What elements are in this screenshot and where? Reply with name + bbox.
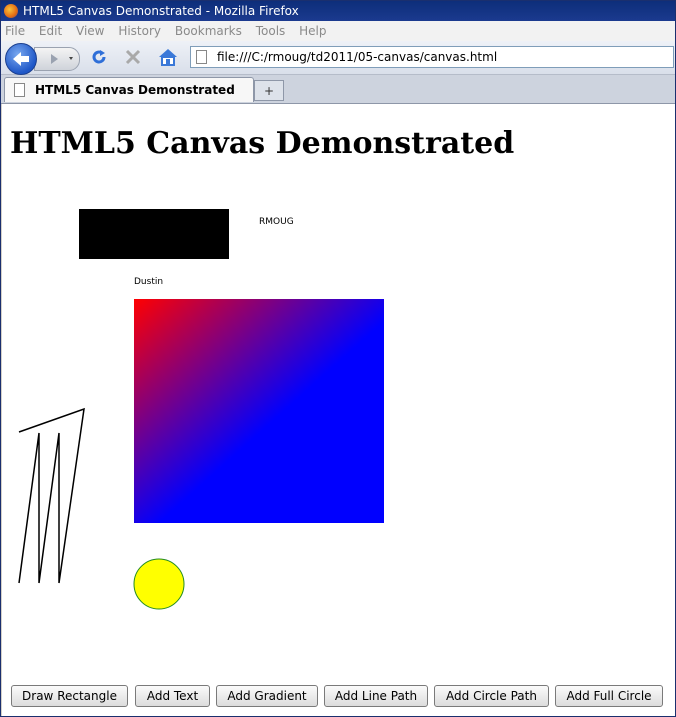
menu-file[interactable]: File (5, 24, 25, 38)
canvas-text-dustin: Dustin (134, 277, 163, 287)
menu-bookmarks[interactable]: Bookmarks (175, 24, 242, 38)
gradient-square (134, 299, 384, 523)
forward-arrow-icon (51, 54, 73, 64)
line-path (18, 407, 85, 584)
back-arrow-icon (13, 52, 29, 66)
menu-history[interactable]: History (118, 24, 161, 38)
tab-html5-canvas[interactable]: HTML5 Canvas Demonstrated (4, 77, 254, 102)
menu-bar: File Edit View History Bookmarks Tools H… (1, 21, 675, 41)
reload-icon[interactable] (89, 47, 109, 67)
firefox-logo-icon (4, 4, 18, 18)
canvas-text-rmoug: RMOUG (259, 217, 294, 227)
forward-button[interactable] (34, 47, 80, 71)
tab-label: HTML5 Canvas Demonstrated (35, 83, 235, 97)
canvas-drawing: RMOUG Dustin (18, 209, 384, 610)
page-icon (196, 50, 207, 64)
browser-window: HTML5 Canvas Demonstrated - Mozilla Fire… (0, 0, 676, 717)
add-text-button[interactable]: Add Text (135, 685, 210, 707)
add-full-circle-button[interactable]: Add Full Circle (555, 685, 663, 707)
window-title: HTML5 Canvas Demonstrated - Mozilla Fire… (23, 4, 299, 18)
yellow-circle (133, 558, 185, 610)
add-line-path-button[interactable]: Add Line Path (324, 685, 428, 707)
stop-icon[interactable] (123, 47, 143, 67)
title-bar: HTML5 Canvas Demonstrated - Mozilla Fire… (1, 1, 675, 21)
add-gradient-button[interactable]: Add Gradient (216, 685, 318, 707)
add-circle-path-button[interactable]: Add Circle Path (434, 685, 549, 707)
new-tab-button[interactable]: + (254, 80, 284, 101)
plus-icon: + (263, 84, 275, 98)
url-bar[interactable] (190, 46, 674, 68)
menu-edit[interactable]: Edit (39, 24, 62, 38)
menu-tools[interactable]: Tools (256, 24, 286, 38)
tab-strip: HTML5 Canvas Demonstrated + (1, 75, 675, 104)
url-input[interactable] (217, 48, 657, 66)
page-content: HTML5 Canvas Demonstrated RMOUG Dustin D… (2, 104, 675, 716)
menu-help[interactable]: Help (299, 24, 326, 38)
home-icon[interactable] (157, 47, 179, 67)
menu-view[interactable]: View (76, 24, 104, 38)
draw-rectangle-button[interactable]: Draw Rectangle (11, 685, 128, 707)
black-rectangle (79, 209, 229, 259)
document-icon (14, 83, 25, 97)
back-button[interactable] (5, 43, 37, 75)
